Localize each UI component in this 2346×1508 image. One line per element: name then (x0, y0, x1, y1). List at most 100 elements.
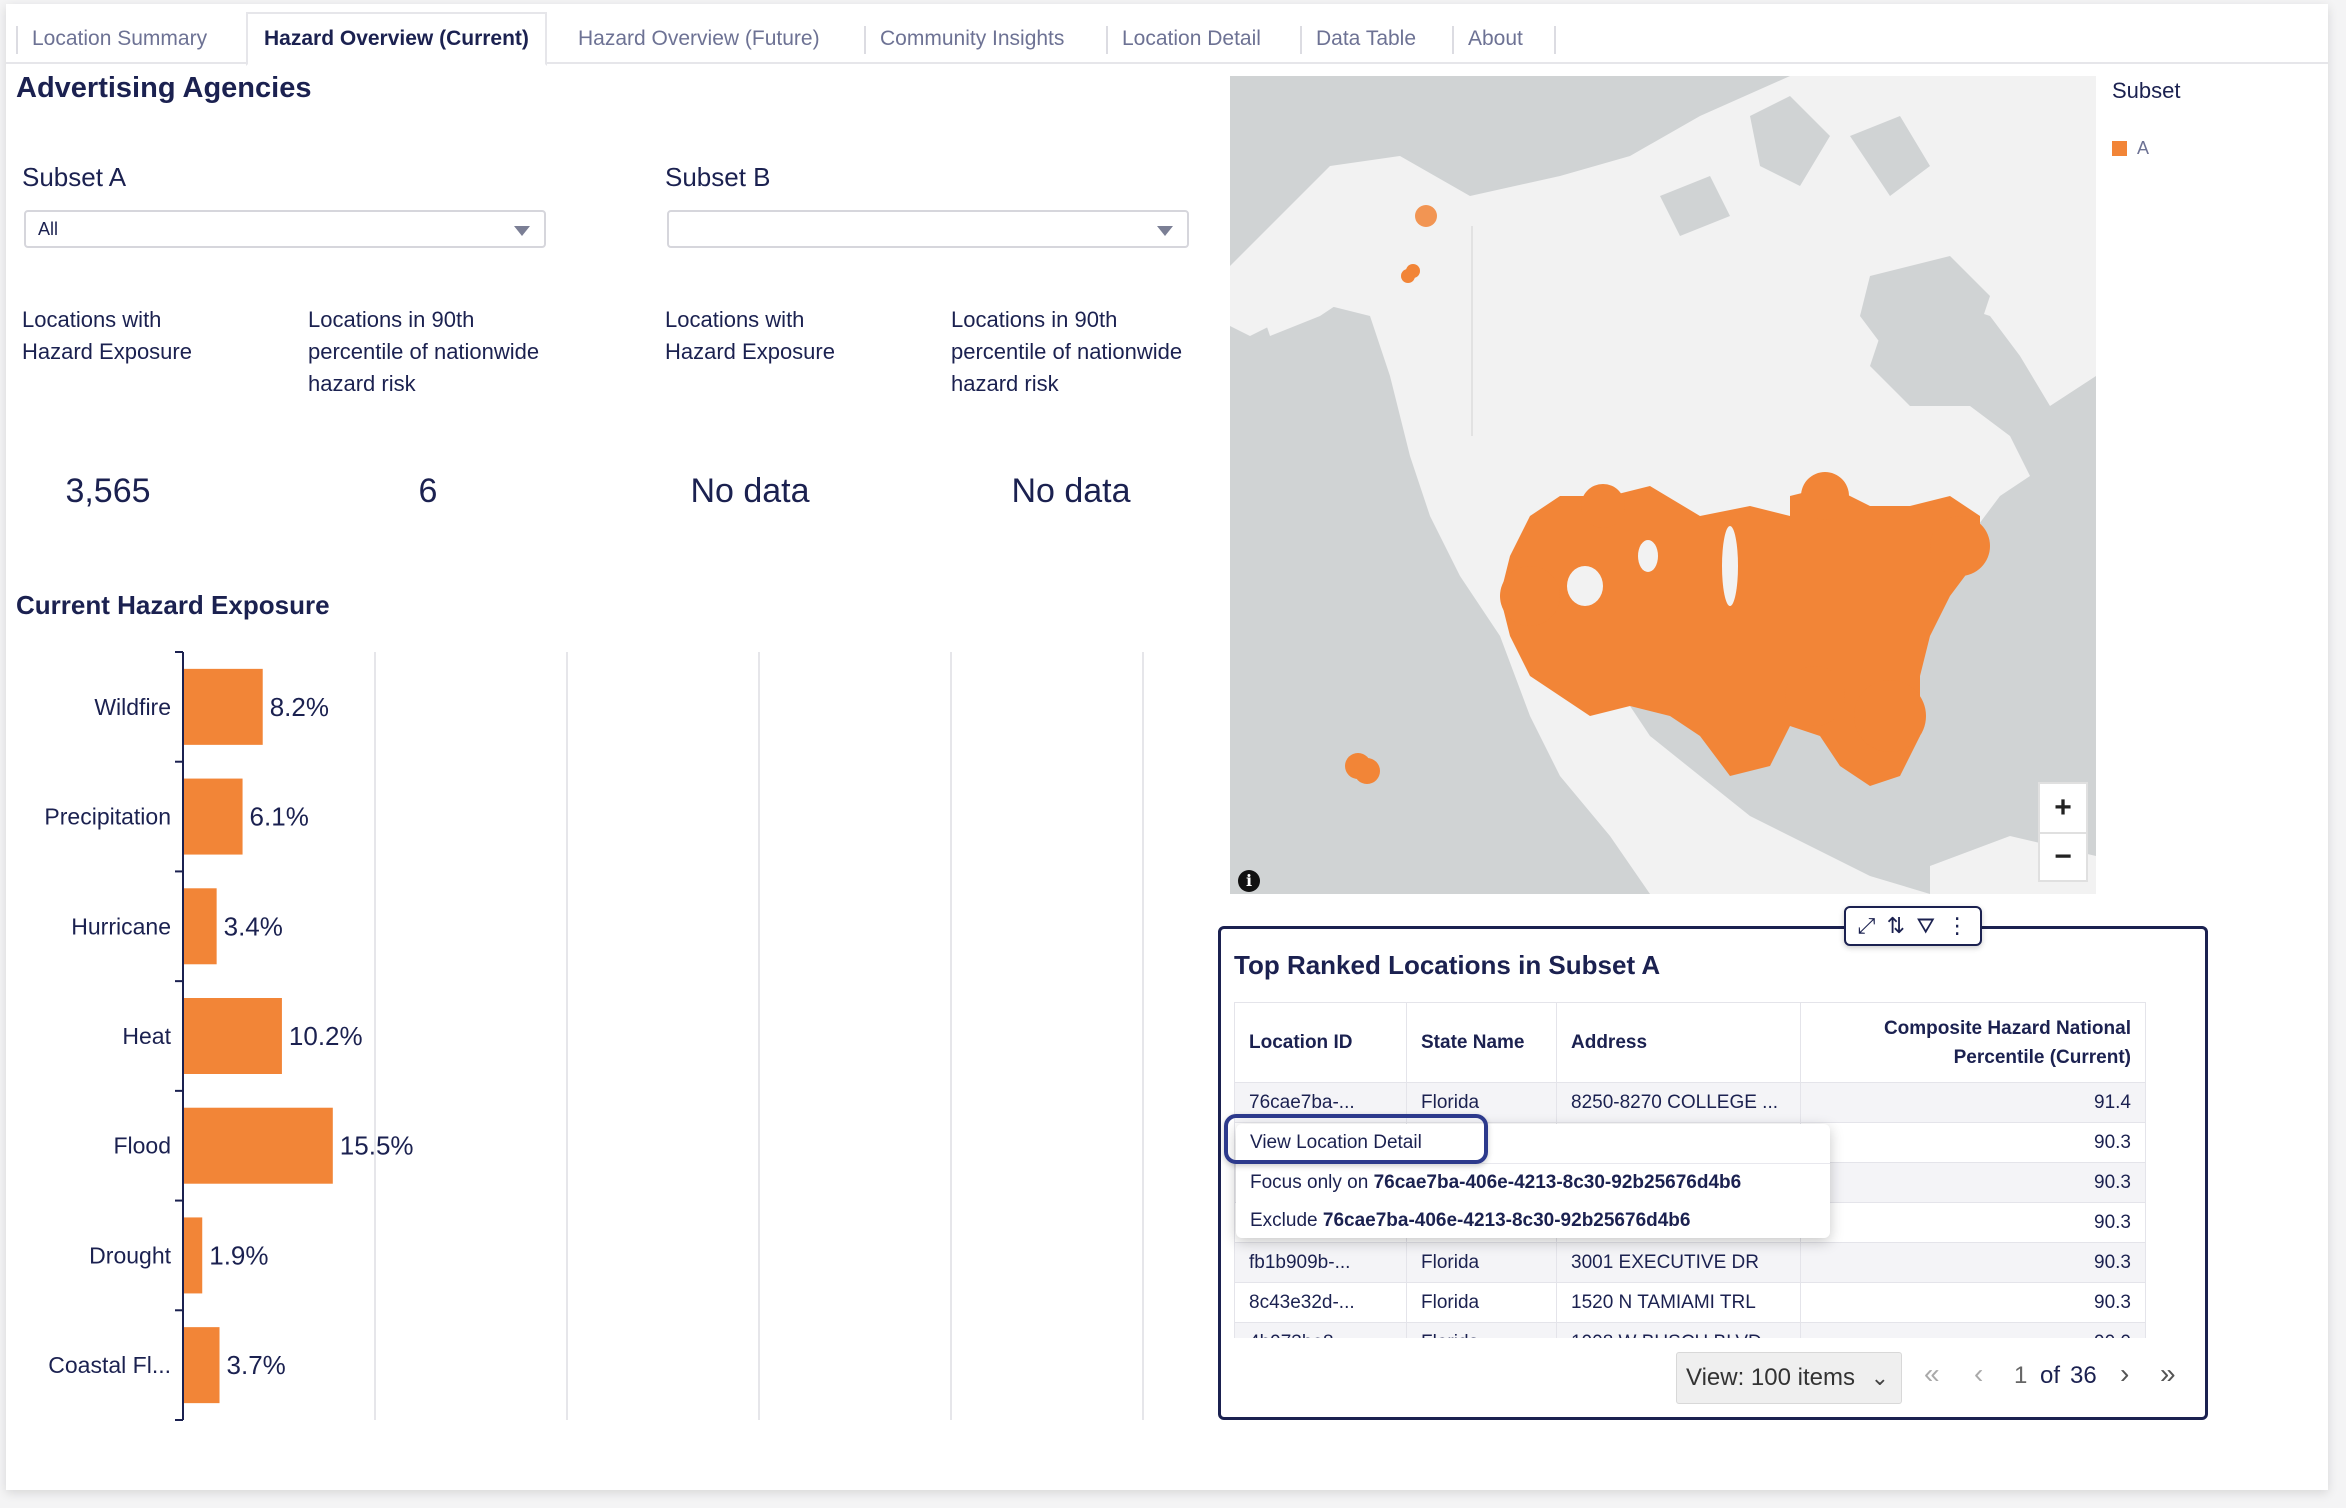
table-header-row: Location ID State Name Address Composite… (1234, 1002, 2146, 1083)
filter-icon[interactable]: ⛛ (1916, 915, 1934, 937)
cell-percentile[interactable]: 91.4 (1800, 1082, 2146, 1123)
more-icon[interactable]: ⋮ (1946, 915, 1968, 937)
bar-hurricane[interactable] (184, 888, 217, 965)
tab-location-detail[interactable]: Location Detail (1106, 14, 1277, 66)
category-label: Flood (113, 1133, 171, 1159)
tab-hazard-overview-future[interactable]: Hazard Overview (Future) (562, 14, 836, 66)
subset-a-dropdown[interactable]: All (24, 210, 546, 248)
map-legend-item[interactable]: A (2112, 138, 2149, 159)
tab-separator (1554, 14, 1558, 66)
legend-swatch (2112, 141, 2127, 156)
page-title: Advertising Agencies (16, 72, 312, 104)
column-header-address[interactable]: Address (1556, 1002, 1801, 1083)
card-title: Top Ranked Locations in Subset A (1234, 950, 1661, 980)
menu-item-exclude[interactable]: Exclude 76cae7ba-406e-4213-8c30-92b25676… (1250, 1210, 1690, 1232)
last-page-button[interactable]: » (2160, 1358, 2176, 1390)
subset-b-dropdown[interactable] (667, 210, 1189, 248)
column-header-line-1: Composite Hazard National (1883, 1017, 2131, 1039)
tab-bar: Location Summary Hazard Overview (Curren… (6, 4, 2328, 66)
value-label: 3.4% (224, 911, 283, 941)
expand-icon[interactable]: ⤢ (1858, 915, 1876, 937)
cell-percentile[interactable]: 90.0 (1800, 1322, 2146, 1338)
tab-hazard-overview-current[interactable]: Hazard Overview (Current) (246, 12, 547, 66)
tab-data-table[interactable]: Data Table (1300, 14, 1432, 66)
value-label: 10.2% (289, 1021, 363, 1051)
column-header-line-2: Percentile (Current) (1953, 1046, 2131, 1068)
category-label: Wildfire (94, 694, 171, 720)
cell-percentile[interactable]: 90.3 (1800, 1162, 2146, 1203)
kpi-value-b-90th: No data (1011, 472, 1131, 510)
column-header-composite-percentile[interactable]: Composite Hazard National Percentile (Cu… (1800, 1002, 2146, 1083)
kpi-label-b-exposure: Locations with Hazard Exposure (665, 307, 835, 364)
value-label: 15.5% (340, 1131, 414, 1161)
tab-location-summary[interactable]: Location Summary (16, 14, 223, 66)
page-size-select[interactable]: View: 100 items ⌄ (1676, 1352, 1902, 1404)
cell-state-name[interactable]: Florida (1406, 1322, 1557, 1338)
kpi-value-b-exposure: No data (690, 472, 810, 510)
cell-state-name[interactable]: Florida (1406, 1242, 1557, 1283)
column-header-location-id[interactable]: Location ID (1234, 1002, 1407, 1083)
page-size-label: View: 100 items (1686, 1364, 1855, 1391)
cell-percentile[interactable]: 90.3 (1800, 1282, 2146, 1323)
map-legend-title: Subset (2112, 78, 2181, 103)
chevron-down-icon (1157, 226, 1173, 236)
info-icon[interactable]: i (1238, 870, 1260, 892)
total-pages: 36 (2070, 1362, 2097, 1389)
subset-a-label: Subset A (22, 162, 127, 192)
table-row[interactable]: fb1b909b-... Florida 3001 EXECUTIVE DR 90.3 (1234, 1242, 2146, 1283)
table-row[interactable]: 4b973be8-...Florida1908 W BUSCH BLVD90.0 (1234, 1322, 2146, 1338)
column-header-state-name[interactable]: State Name (1406, 1002, 1557, 1083)
value-label: 1.9% (209, 1240, 268, 1270)
subset-b-label: Subset B (665, 162, 771, 192)
previous-page-button[interactable]: ‹ (1974, 1358, 1983, 1390)
bar-wildfire[interactable] (184, 668, 263, 745)
category-label: Hurricane (71, 913, 171, 939)
cell-percentile[interactable]: 90.3 (1800, 1242, 2146, 1283)
cell-location-id[interactable]: fb1b909b-... (1234, 1242, 1407, 1283)
table-row[interactable]: 8c43e32d-... Florida 1520 N TAMIAMI TRL 90.… (1234, 1282, 2146, 1323)
exclude-prefix: Exclude (1250, 1210, 1323, 1231)
next-page-button[interactable]: › (2120, 1358, 2129, 1390)
cell-address[interactable]: 3001 EXECUTIVE DR (1556, 1242, 1801, 1283)
page-of-label: of (2040, 1362, 2061, 1389)
cell-percentile[interactable]: 90.3 (1800, 1122, 2146, 1163)
cell-state-name[interactable]: Florida (1406, 1282, 1557, 1323)
first-page-button[interactable]: « (1924, 1358, 1940, 1390)
cell-location-id[interactable]: 4b973be8-... (1234, 1322, 1407, 1338)
bar-drought[interactable] (184, 1217, 203, 1294)
cell-location-id[interactable]: 8c43e32d-... (1234, 1282, 1407, 1323)
cell-address[interactable]: 1520 N TAMIAMI TRL (1556, 1282, 1801, 1323)
bar-heat[interactable] (184, 998, 282, 1074)
menu-item-focus-only[interactable]: Focus only on 76cae7ba-406e-4213-8c30-92… (1250, 1172, 1741, 1194)
location-map[interactable]: + − i (1230, 76, 2096, 894)
card-toolbar: ⤢ ⇅ ⛛ ⋮ (1844, 906, 1982, 946)
cell-address[interactable]: 1908 W BUSCH BLVD (1556, 1322, 1801, 1338)
category-label: Precipitation (44, 804, 171, 830)
kpi-label-a-exposure: Locations with Hazard Exposure (22, 307, 192, 364)
map-canvas[interactable] (1230, 76, 2096, 894)
tab-community-insights[interactable]: Community Insights (864, 14, 1080, 66)
kpi-label-b-90th: Locations in 90th percentile of nationwi… (951, 307, 1183, 396)
category-label: Drought (89, 1242, 171, 1268)
zoom-in-button[interactable]: + (2040, 784, 2086, 832)
bar-flood[interactable] (184, 1107, 333, 1184)
kpi-label-a-90th: Locations in 90th percentile of nationwi… (308, 307, 540, 396)
bar-coastal-fl-[interactable] (184, 1327, 220, 1404)
category-label: Coastal Fl... (48, 1352, 171, 1378)
chevron-down-icon: ⌄ (1870, 1365, 1889, 1390)
subset-a-value: All (38, 219, 59, 239)
focus-id: 76cae7ba-406e-4213-8c30-92b25676d4b6 (1373, 1172, 1742, 1193)
chart-section-title: Current Hazard Exposure (16, 590, 330, 620)
kpi-value-a-90th: 6 (418, 472, 438, 510)
current-page: 1 (2014, 1362, 2028, 1389)
zoom-out-button[interactable]: − (2040, 832, 2086, 880)
tab-about[interactable]: About (1452, 14, 1539, 66)
sort-icon[interactable]: ⇅ (1887, 915, 1905, 937)
focus-prefix: Focus only on (1250, 1172, 1374, 1193)
category-label: Heat (122, 1023, 171, 1049)
cell-percentile[interactable]: 90.3 (1800, 1202, 2146, 1243)
bar-precipitation[interactable] (184, 778, 243, 855)
cell-address[interactable]: 8250-8270 COLLEGE ... (1556, 1082, 1801, 1123)
value-label: 6.1% (250, 802, 309, 832)
value-label: 8.2% (270, 692, 329, 722)
